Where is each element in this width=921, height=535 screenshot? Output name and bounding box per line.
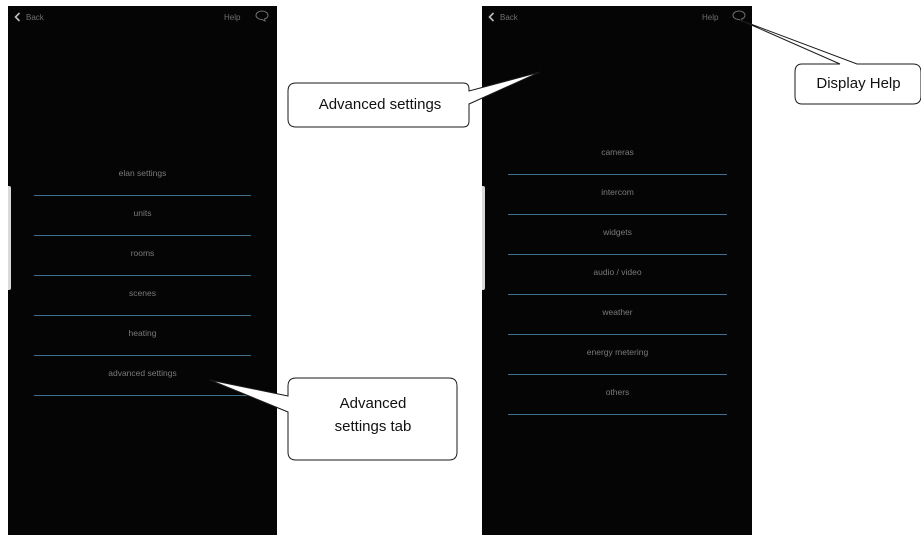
menu-item-label: widgets [603,227,632,237]
divider [34,314,251,316]
divider [508,253,727,255]
top-bar: Back Help [482,6,752,28]
divider [508,373,727,375]
menu-item-intercom[interactable]: intercom [508,179,727,219]
phone-screen-main-settings: Back Help elan settings units rooms scen… [8,6,277,535]
chevron-left-icon [14,12,21,22]
divider [508,333,727,335]
chat-bubble-icon[interactable] [732,10,746,24]
menu-item-audio-video[interactable]: audio / video [508,259,727,299]
divider [34,394,251,396]
menu-item-label: rooms [130,248,155,258]
menu-item-label: scenes [129,288,156,298]
menu-item-label: energy metering [586,347,649,357]
side-handle[interactable] [482,186,485,290]
divider [34,194,251,196]
divider [508,213,727,215]
menu-item-label: intercom [601,187,634,197]
divider [508,413,727,415]
divider [34,274,251,276]
menu-item-rooms[interactable]: rooms [34,240,251,280]
menu-item-widgets[interactable]: widgets [508,219,727,259]
menu-item-others[interactable]: others [508,379,727,419]
menu-item-elan-settings[interactable]: elan settings [34,160,251,200]
divider [508,173,727,175]
menu-item-label: units [133,208,152,218]
back-label: Back [26,12,44,22]
menu-item-weather[interactable]: weather [508,299,727,339]
menu-item-advanced-settings[interactable]: advanced settings [34,360,251,400]
callout-display-help: Display Help [816,75,901,92]
menu-item-heating[interactable]: heating [34,320,251,360]
top-bar: Back Help [8,6,277,28]
side-handle[interactable] [8,186,11,290]
phone-screen-advanced-settings: Back Help cameras intercom widgets audio… [482,6,752,535]
menu-item-scenes[interactable]: scenes [34,280,251,320]
back-button[interactable]: Back [14,12,44,22]
settings-menu: elan settings units rooms scenes heating… [34,160,251,400]
menu-item-label: advanced settings [108,368,177,378]
help-button[interactable]: Help [702,13,718,22]
divider [508,293,727,295]
chevron-left-icon [488,12,495,22]
help-button[interactable]: Help [224,13,240,22]
callout-advanced-settings: Advanced settings [318,96,442,113]
menu-item-label: others [605,387,630,397]
menu-item-label: heating [128,328,157,338]
back-button[interactable]: Back [488,12,518,22]
back-label: Back [500,12,518,22]
menu-item-units[interactable]: units [34,200,251,240]
menu-item-cameras[interactable]: cameras [508,139,727,179]
callout-advanced-tab-line1: Advanced [339,395,407,412]
menu-item-label: cameras [601,147,634,157]
menu-item-energy-metering[interactable]: energy metering [508,339,727,379]
chat-bubble-icon[interactable] [255,10,269,24]
menu-item-label: elan settings [118,168,167,178]
callout-advanced-tab-line2: settings tab [334,418,412,435]
advanced-settings-menu: cameras intercom widgets audio / video w… [508,139,727,419]
menu-item-label: weather [602,307,633,317]
divider [34,354,251,356]
divider [34,234,251,236]
menu-item-label: audio / video [593,267,642,277]
